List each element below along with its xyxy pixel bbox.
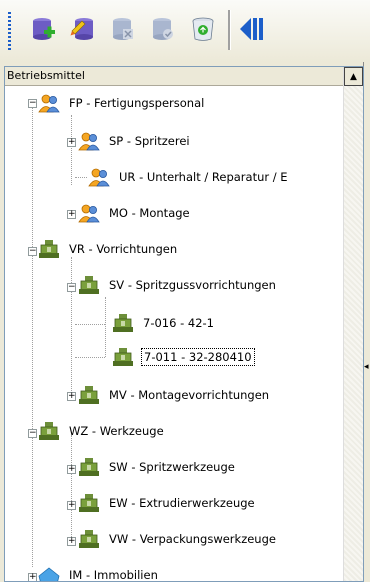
tree-node[interactable]: SV - Spritzgussvorrichtungen (77, 275, 278, 295)
tree-node[interactable]: SW - Spritzwerkzeuge (77, 457, 237, 477)
scroll-up-button[interactable]: ▲ (344, 67, 363, 86)
delete-database-button[interactable] (106, 12, 140, 46)
tool-icon (37, 238, 61, 260)
expand-toggle[interactable]: + (67, 537, 76, 546)
tree-node[interactable]: VR - Vorrichtungen (37, 239, 179, 259)
tree-line (75, 177, 87, 178)
expand-toggle[interactable]: + (67, 210, 76, 219)
tool-icon (37, 420, 61, 442)
tree-line (32, 107, 33, 567)
tree-line (105, 297, 106, 357)
tool-icon (77, 274, 101, 296)
tool-icon (77, 384, 101, 406)
splitter-arrow-icon[interactable]: ◂ (364, 362, 370, 372)
tree-node[interactable]: MV - Montagevorrichtungen (77, 385, 271, 405)
tree-node[interactable]: EW - Extrudierwerkzeuge (77, 493, 257, 513)
tree-node-label: FP - Fertigungspersonal (69, 96, 205, 110)
tree-line (71, 115, 72, 185)
expand-toggle[interactable]: + (67, 501, 76, 510)
tree-node-label: MV - Montagevorrichtungen (109, 388, 270, 402)
collapse-panel-icon (240, 18, 263, 40)
tool-icon (77, 456, 101, 478)
tool-icon (77, 528, 101, 550)
building-icon (37, 564, 61, 582)
tree-node[interactable]: VW - Verpackungswerkzeuge (77, 529, 278, 549)
collapse-toggle[interactable]: − (28, 99, 37, 108)
tree-node-selected[interactable]: 7-011 - 32-280410 (111, 347, 255, 367)
tree-node-label: SW - Spritzwerkzeuge (109, 460, 235, 474)
tree-node[interactable]: MO - Montage (77, 203, 192, 223)
recycle-bin-button[interactable] (186, 12, 220, 46)
tree-node-label: UR - Unterhalt / Reparatur / E (119, 170, 288, 184)
tree-header: Betriebsmittel (5, 67, 343, 86)
add-database-button[interactable] (26, 12, 60, 46)
tree-node-label: VW - Verpackungswerkzeuge (109, 532, 276, 546)
tree-node[interactable]: FP - Fertigungspersonal (37, 93, 206, 113)
collapse-toggle[interactable]: − (67, 283, 76, 292)
toolbar (0, 0, 370, 62)
delete-database-icon (113, 18, 133, 40)
expand-toggle[interactable]: + (67, 138, 76, 147)
tree-node-label: SP - Spritzerei (109, 134, 190, 148)
expand-toggle[interactable]: + (67, 465, 76, 474)
tool-icon (111, 312, 135, 334)
tool-icon (77, 492, 101, 514)
edit-database-icon (70, 18, 93, 40)
collapse-toggle[interactable]: − (28, 247, 37, 256)
collapse-toggle[interactable]: − (28, 429, 37, 438)
tree-node-label: WZ - Werkzeuge (69, 424, 164, 438)
add-database-icon (33, 18, 55, 40)
expand-toggle[interactable]: + (28, 573, 37, 581)
save-database-icon (153, 18, 173, 40)
toolbar-separator (228, 10, 231, 50)
tree-node[interactable]: IM - Immobilien (37, 564, 160, 582)
expand-toggle[interactable]: + (67, 392, 76, 401)
people-icon (77, 130, 101, 152)
panel-splitter[interactable] (363, 62, 370, 580)
tool-icon (111, 346, 135, 368)
tree-node-label: SV - Spritzgussvorrichtungen (109, 278, 276, 292)
equipment-tree: Betriebsmittel ▲ − FP - Fertigungsperson… (4, 66, 364, 582)
edit-database-button[interactable] (66, 12, 100, 46)
people-icon (37, 92, 61, 114)
tree-node[interactable]: SP - Spritzerei (77, 131, 192, 151)
tree-line (71, 257, 72, 397)
tree-node-label: VR - Vorrichtungen (69, 242, 178, 256)
collapse-panel-button[interactable] (234, 12, 268, 46)
tree-node-label: MO - Montage (109, 206, 190, 220)
vertical-scrollbar[interactable]: ▲ (343, 67, 363, 581)
tree-node[interactable]: 7-016 - 42-1 (111, 313, 216, 333)
toolbar-grip[interactable] (8, 12, 11, 50)
people-icon (77, 202, 101, 224)
tree-node-label: EW - Extrudierwerkzeuge (109, 496, 255, 510)
recycle-bin-icon (192, 17, 214, 41)
tree-node-label: 7-011 - 32-280410 (141, 348, 255, 366)
tree-node[interactable]: UR - Unterhalt / Reparatur / E (87, 167, 290, 187)
tree-line (75, 357, 105, 358)
save-database-button[interactable] (146, 12, 180, 46)
tree-line (71, 435, 72, 545)
tree-line (75, 324, 105, 325)
people-icon (87, 166, 111, 188)
tree-node[interactable]: WZ - Werkzeuge (37, 421, 166, 441)
tree-node-label: 7-016 - 42-1 (143, 316, 214, 330)
